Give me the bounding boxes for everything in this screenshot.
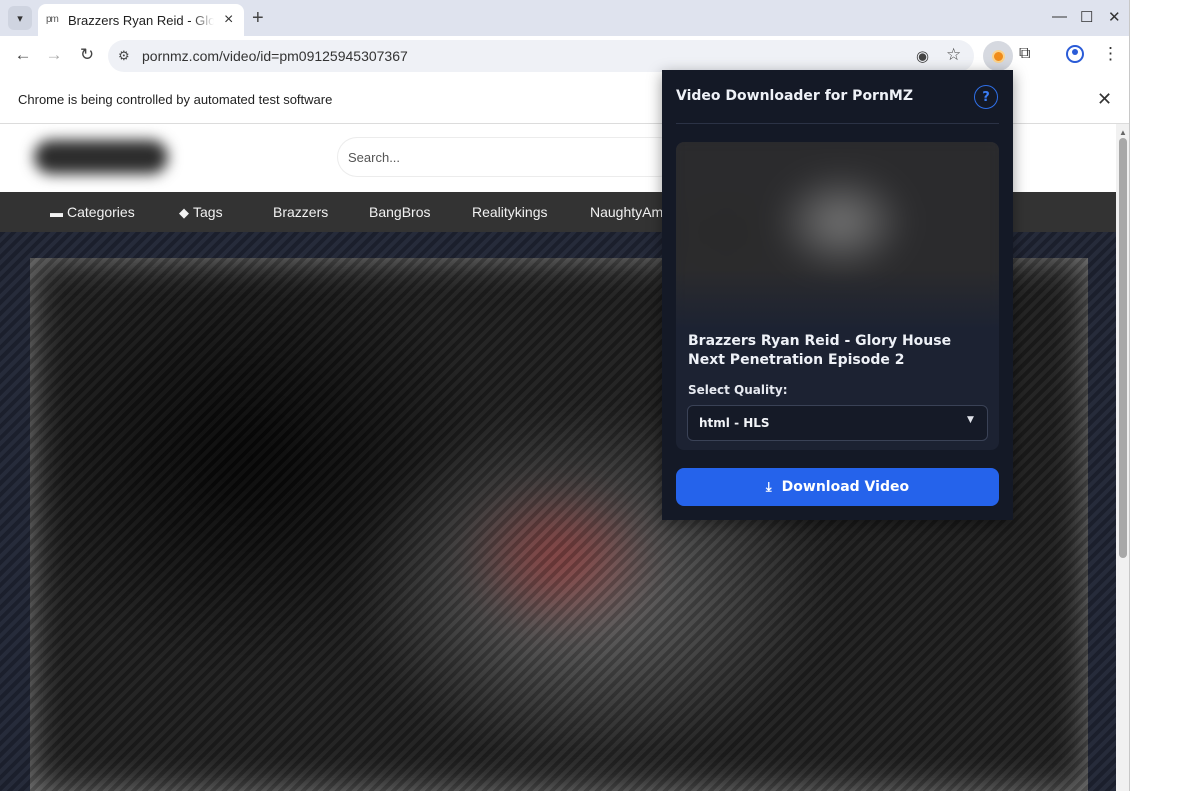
profile-icon[interactable] [1066, 45, 1084, 63]
nav-item-realitykings[interactable]: Realitykings [472, 204, 547, 220]
nav-item-label: BangBros [369, 204, 431, 220]
nav-item-label: Realitykings [472, 204, 548, 220]
site-logo[interactable] [34, 140, 168, 174]
video-thumbnail [676, 142, 999, 330]
scrollbar-thumb[interactable] [1119, 138, 1127, 558]
bookmark-star-icon[interactable]: ☆ [946, 45, 961, 65]
nav-item-categories[interactable]: ▬ Categories [50, 204, 135, 220]
nav-item-label: Categories [67, 204, 135, 220]
tab-active[interactable]: pm Brazzers Ryan Reid - Glory House Next… [38, 4, 244, 36]
tab-favicon-icon: pm [46, 14, 59, 25]
browser-window: ▾ pm Brazzers Ryan Reid - Glory House Ne… [0, 0, 1130, 791]
extension-pornmz-button[interactable] [983, 41, 1013, 71]
site-info-icon[interactable]: ⚙ [118, 48, 130, 64]
tab-strip: ▾ pm Brazzers Ryan Reid - Glory House Ne… [0, 0, 1129, 36]
tab-close-icon[interactable]: × [224, 11, 233, 29]
extension-popup: Video Downloader for PornMZ ? Brazzers R… [662, 70, 1013, 520]
download-button-label: Download Video [781, 479, 910, 495]
quality-selected-value: html - HLS [699, 416, 770, 430]
nav-item-label: NaughtyAm [590, 204, 664, 220]
thumbnail-fade [676, 270, 999, 330]
help-icon[interactable]: ? [974, 85, 998, 109]
nav-item-bangbros[interactable]: BangBros [369, 204, 430, 220]
site-search [338, 138, 678, 176]
video-title: Brazzers Ryan Reid - Glory House Next Pe… [688, 333, 952, 368]
tab-title: Brazzers Ryan Reid - Glory House Next Pe… [68, 12, 214, 28]
scroll-up-icon[interactable]: ▲ [1119, 128, 1127, 137]
extension-logo-icon [991, 49, 1005, 63]
download-icon: ⤓ [765, 479, 772, 495]
nav-item-brazzers[interactable]: Brazzers [273, 204, 328, 220]
infobar-close-icon[interactable]: ✕ [1097, 89, 1112, 110]
quality-label: Select Quality: [688, 383, 788, 397]
window-close-icon[interactable]: ✕ [1108, 8, 1121, 26]
forward-button[interactable]: → [43, 45, 65, 65]
video-card: Brazzers Ryan Reid - Glory House Next Pe… [676, 142, 999, 450]
popup-divider [676, 123, 999, 124]
new-tab-button[interactable]: + [252, 7, 264, 30]
maximize-icon[interactable]: ☐ [1080, 8, 1093, 26]
url-text[interactable]: pornmz.com/video/id=pm09125945307367 [142, 48, 408, 64]
page-scrollbar[interactable]: ▲ [1116, 124, 1129, 791]
minimize-icon[interactable]: — [1052, 8, 1067, 25]
tags-icon: ◆ [179, 205, 189, 220]
nav-item-label: Brazzers [273, 204, 329, 220]
download-video-button[interactable]: ⤓ Download Video [676, 468, 999, 506]
nav-item-tags[interactable]: ◆ Tags [179, 204, 223, 221]
folder-icon: ▬ [50, 205, 63, 220]
extensions-puzzle-icon[interactable]: ⧉ [1019, 45, 1030, 63]
eye-slash-icon[interactable]: ◉ [916, 47, 929, 65]
chevron-down-icon: ▾ [17, 12, 23, 25]
quality-select[interactable]: html - HLS ▼ [687, 405, 988, 441]
search-input[interactable] [338, 138, 678, 176]
menu-kebab-icon[interactable]: ⋮ [1102, 44, 1119, 64]
back-button[interactable]: ← [12, 45, 34, 65]
popup-title: Video Downloader for PornMZ [676, 88, 914, 104]
tab-search-button[interactable]: ▾ [8, 6, 32, 30]
infobar-message: Chrome is being controlled by automated … [18, 92, 333, 107]
reload-button[interactable]: ↻ [76, 45, 98, 65]
desktop-background [1131, 0, 1200, 791]
nav-item-label: Tags [193, 204, 223, 220]
caret-down-icon: ▼ [967, 415, 974, 425]
address-bar[interactable]: ⚙ pornmz.com/video/id=pm09125945307367 ◉… [108, 40, 974, 72]
nav-item-naughtyamerica[interactable]: NaughtyAm [590, 204, 663, 220]
